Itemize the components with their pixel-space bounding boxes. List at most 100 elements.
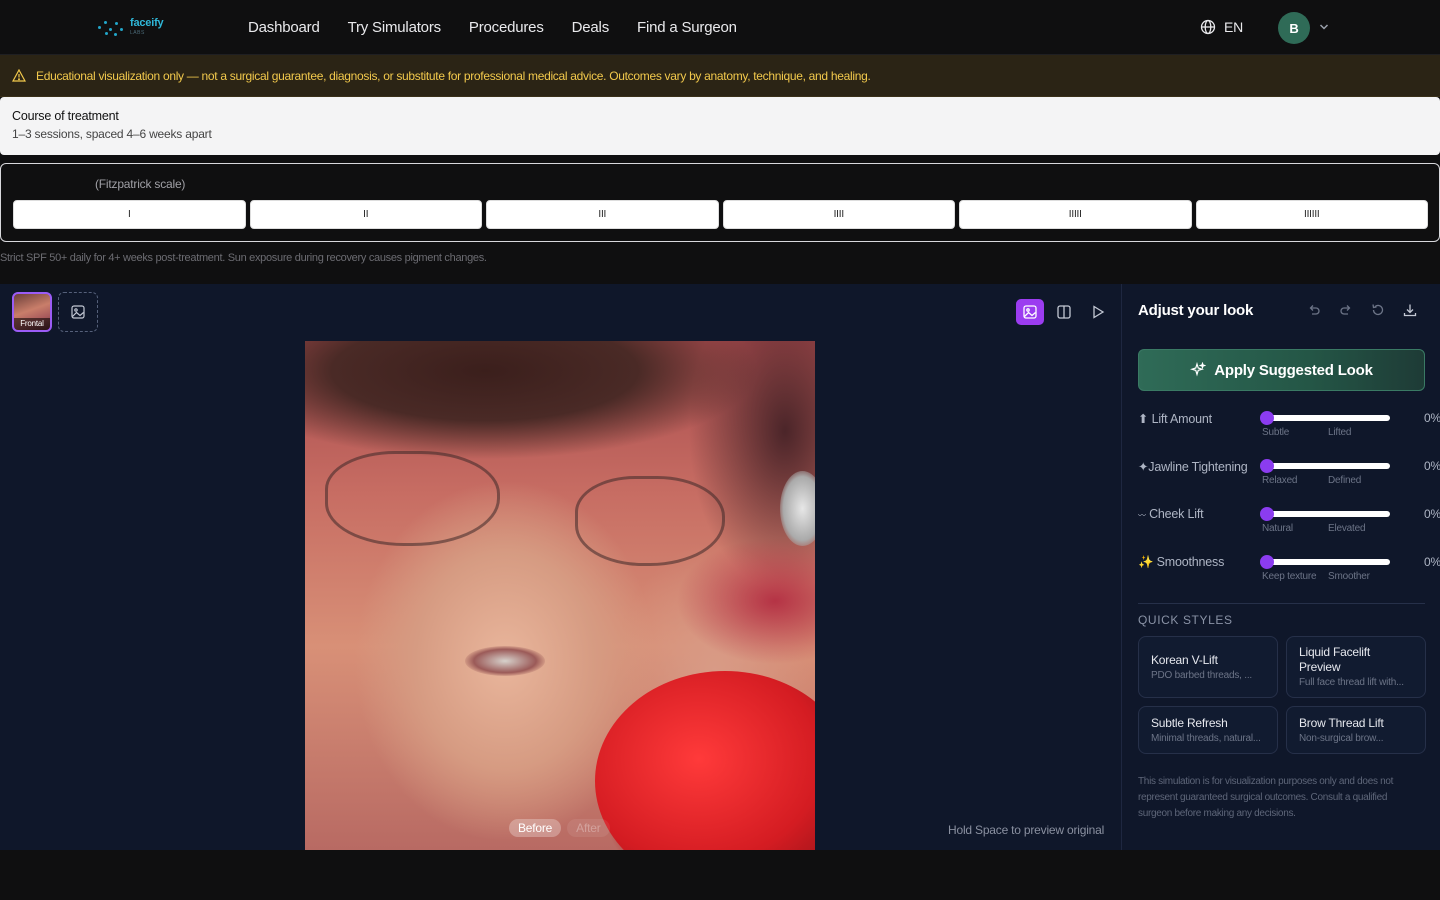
top-navbar: faceify LABS Dashboard Try Simulators Pr… [0,0,1440,55]
slider-value: 0% [1424,411,1440,425]
language-code: EN [1224,19,1244,35]
adjust-panel: Adjust your look Apply Suggested Look ⬆ … [1121,284,1440,850]
disclaimer-banner: Educational visualization only — not a s… [0,55,1440,97]
undo-button[interactable] [1304,300,1324,320]
slider-label: ✨ Smoothness [1138,555,1225,569]
slider-label: 〰 Cheek Lift [1138,507,1204,521]
course-of-treatment-card: Course of treatment 1–3 sessions, spaced… [0,97,1440,155]
download-button[interactable] [1400,300,1420,320]
slider-thumb[interactable] [1260,507,1274,521]
lift-amount-slider[interactable] [1260,411,1390,425]
fitzpatrick-type-6[interactable]: IIIIII [1195,200,1428,229]
quick-style-brow-thread-lift[interactable]: Brow Thread Lift Non-surgical brow... [1286,706,1426,754]
quick-style-liquid-facelift[interactable]: Liquid Facelift Preview Full face thread… [1286,636,1426,698]
nav-deals[interactable]: Deals [572,19,610,36]
columns-icon [1057,305,1071,319]
slider-max-label: Defined [1328,475,1362,486]
sparkles-icon [1190,362,1207,377]
download-icon [1403,304,1417,317]
thumbnail-label: Frontal [14,318,50,330]
quick-style-korean-v-lift[interactable]: Korean V-Lift PDO barbed threads, ... [1138,636,1278,698]
photo-thumbnail-frontal[interactable]: Frontal [12,292,52,332]
single-view-button[interactable] [1016,299,1044,325]
fitzpatrick-type-4[interactable]: IIII [722,200,955,229]
view-mode-toolbar [1016,299,1112,325]
slider-thumb[interactable] [1260,411,1274,425]
redo-button[interactable] [1336,300,1356,320]
slider-min-label: Relaxed [1262,475,1298,486]
jawline-tightening-slider[interactable] [1260,459,1390,473]
nav-find-a-surgeon[interactable]: Find a Surgeon [637,19,737,36]
slider-lift-amount: ⬆ Lift Amount Subtle Lifted 0% [1138,411,1440,451]
course-detail: 1–3 sessions, spaced 4–6 weeks apart [12,127,212,141]
cheek-lift-slider[interactable] [1260,507,1390,521]
fitzpatrick-label: (Fitzpatrick scale) [95,177,186,191]
photo-microphone [595,671,815,850]
quick-style-desc: PDO barbed threads, ... [1151,670,1253,681]
slider-value: 0% [1424,459,1440,473]
play-animation-button[interactable] [1084,299,1112,325]
slider-thumb[interactable] [1260,459,1274,473]
reset-button[interactable] [1368,300,1388,320]
before-tab[interactable]: Before [509,819,562,837]
slider-cheek-lift: 〰 Cheek Lift Natural Elevated 0% [1138,507,1440,547]
nav-links: Dashboard Try Simulators Procedures Deal… [248,19,737,36]
nav-procedures[interactable]: Procedures [469,19,544,36]
slider-jawline-tightening: ✦Jawline Tightening Relaxed Defined 0% [1138,459,1440,499]
quick-style-name: Liquid Facelift Preview [1299,645,1371,674]
play-icon [1093,305,1105,319]
image-icon [1023,305,1037,319]
slider-thumb[interactable] [1260,555,1274,569]
quick-style-desc: Non-surgical brow... [1299,733,1384,744]
apply-suggested-look-button[interactable]: Apply Suggested Look [1138,349,1425,391]
sparkles-icon: ✨ [1138,555,1154,569]
face-photo[interactable] [305,341,815,850]
logo-icon [96,16,124,38]
brand-logo[interactable]: faceify LABS [96,16,164,38]
nav-dashboard[interactable]: Dashboard [248,19,320,36]
redo-icon [1340,305,1351,315]
slider-label: ✦Jawline Tightening [1138,460,1248,474]
sparkle-icon: ✦ [1138,460,1149,474]
globe-icon [1200,19,1216,35]
split-view-button[interactable] [1050,299,1078,325]
brand-name: faceify [130,17,164,29]
slider-smoothness: ✨ Smoothness Keep texture Smoother 0% [1138,555,1440,595]
slider-max-label: Lifted [1328,427,1352,438]
wave-icon: 〰 [1138,511,1146,520]
simulation-disclaimer: This simulation is for visualization pur… [1138,776,1394,819]
user-avatar[interactable]: B [1278,12,1310,44]
after-tab[interactable]: After [567,819,610,837]
smoothness-slider[interactable] [1260,555,1390,569]
preview-hint: Hold Space to preview original [948,823,1105,837]
spf-note: Strict SPF 50+ daily for 4+ weeks post-t… [0,252,487,264]
quick-style-subtle-refresh[interactable]: Subtle Refresh Minimal threads, natural.… [1138,706,1278,754]
fitzpatrick-selector: (Fitzpatrick scale) I II III IIII IIIII … [0,163,1440,242]
slider-min-label: Keep texture [1262,571,1317,582]
simulator-workspace: Frontal Before After Hold Space to previ… [0,284,1121,850]
fitzpatrick-type-2[interactable]: II [249,200,482,229]
arrow-up-icon: ⬆ [1138,412,1149,426]
before-after-toggle: Before After [509,819,610,837]
slider-min-label: Subtle [1262,427,1290,438]
quick-style-name: Brow Thread Lift [1299,716,1384,730]
chevron-down-icon[interactable] [1318,21,1330,33]
add-photo-button[interactable] [58,292,98,332]
image-add-icon [71,305,85,319]
quick-styles-title: QUICK STYLES [1138,613,1233,627]
language-switcher[interactable]: EN [1200,19,1243,35]
fitzpatrick-type-3[interactable]: III [486,200,719,229]
slider-min-label: Natural [1262,523,1293,534]
course-title: Course of treatment [12,109,119,123]
fitzpatrick-type-1[interactable]: I [13,200,246,229]
slider-value: 0% [1424,507,1440,521]
quick-style-desc: Minimal threads, natural... [1151,733,1261,744]
photo-mouth [465,646,545,676]
slider-label: ⬆ Lift Amount [1138,412,1212,426]
slider-max-label: Elevated [1328,523,1366,534]
nav-try-simulators[interactable]: Try Simulators [348,19,442,36]
photo-highlight [780,471,815,546]
fitzpatrick-type-5[interactable]: IIIII [959,200,1192,229]
divider [1138,603,1425,604]
panel-title: Adjust your look [1138,302,1254,319]
